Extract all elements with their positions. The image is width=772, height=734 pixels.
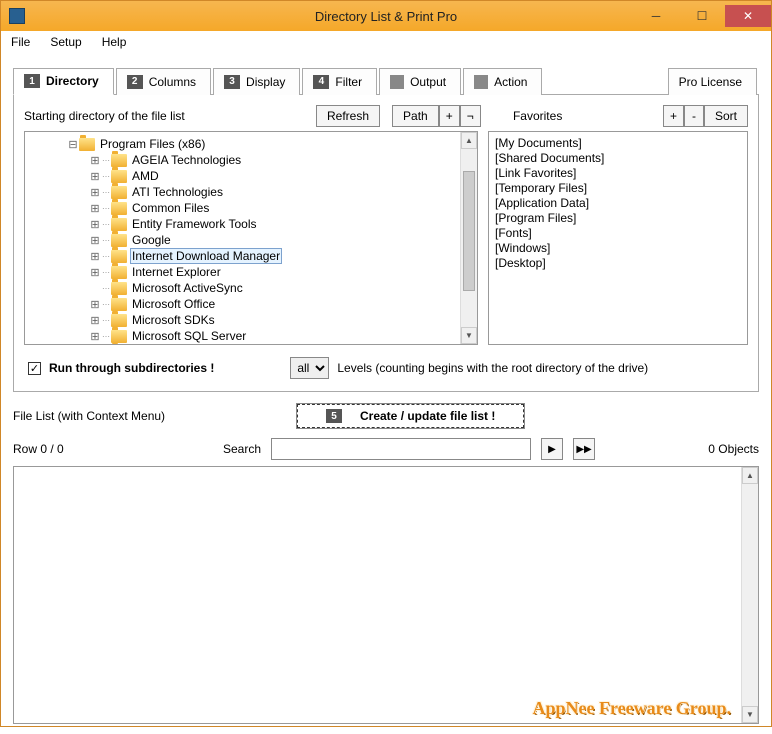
levels-select[interactable]: all [290, 357, 329, 379]
close-button[interactable]: ✕ [725, 5, 771, 27]
tree-node-label[interactable]: Microsoft SDKs [130, 313, 217, 327]
refresh-button[interactable]: Refresh [316, 105, 380, 127]
folder-icon [111, 314, 127, 327]
row-count-label: Row 0 / 0 [13, 442, 213, 456]
folder-icon [111, 202, 127, 215]
tree-node-label[interactable]: Microsoft SQL Server [130, 329, 248, 343]
scroll-up-icon[interactable]: ▲ [461, 132, 477, 149]
folder-icon [111, 266, 127, 279]
menu-file[interactable]: File [7, 33, 34, 51]
panel-directory: Starting directory of the file list Refr… [13, 95, 759, 392]
tree-node-label[interactable]: AGEIA Technologies [130, 153, 243, 167]
favorite-item[interactable]: [Program Files] [495, 211, 741, 226]
favorite-item[interactable]: [Application Data] [495, 196, 741, 211]
path-neg-button[interactable]: ¬ [460, 105, 481, 127]
expander-icon[interactable]: ⊞ [89, 154, 101, 167]
tree-node-label[interactable]: AMD [130, 169, 161, 183]
folder-icon [111, 282, 127, 295]
path-button[interactable]: Path [392, 105, 439, 127]
expander-icon[interactable]: ⊞ [89, 298, 101, 311]
directory-tree[interactable]: ⊟Program Files (x86)⊞⋯AGEIA Technologies… [24, 131, 478, 345]
expander-icon[interactable]: ⊟ [67, 138, 79, 151]
tree-node-label[interactable]: Internet Explorer [130, 265, 223, 279]
folder-icon [111, 234, 127, 247]
favorite-item[interactable]: [Temporary Files] [495, 181, 741, 196]
favorite-item[interactable]: [Desktop] [495, 256, 741, 271]
tree-node-label[interactable]: ATI Technologies [130, 185, 225, 199]
expander-icon[interactable]: ⊞ [89, 234, 101, 247]
tree-node-label[interactable]: Entity Framework Tools [130, 217, 258, 231]
scroll-down-icon[interactable]: ▼ [742, 706, 758, 723]
folder-icon [111, 330, 127, 343]
tree-node-label[interactable]: Microsoft Office [130, 297, 217, 311]
folder-icon [111, 154, 127, 167]
result-scrollbar[interactable]: ▲ ▼ [741, 467, 758, 723]
titlebar: Directory List & Print Pro ─ ☐ ✕ [1, 1, 771, 31]
folder-icon [111, 186, 127, 199]
tab-filter[interactable]: 4Filter [302, 68, 377, 95]
tree-node-label[interactable]: Internet Download Manager [130, 248, 282, 264]
tree-node-label[interactable]: Common Files [130, 201, 211, 215]
search-label: Search [223, 442, 261, 456]
favorite-item[interactable]: [Link Favorites] [495, 166, 741, 181]
expander-icon[interactable]: ⊞ [89, 218, 101, 231]
scroll-down-icon[interactable]: ▼ [461, 327, 477, 344]
run-subdir-label: Run through subdirectories ! [49, 361, 214, 375]
favorite-item[interactable]: [Fonts] [495, 226, 741, 241]
favorites-label: Favorites [513, 109, 663, 123]
folder-icon [111, 218, 127, 231]
app-icon [9, 8, 25, 24]
folder-icon [111, 298, 127, 311]
favorite-item[interactable]: [My Documents] [495, 136, 741, 151]
tab-action[interactable]: Action [463, 68, 542, 95]
result-list[interactable]: AppNee Freeware Group. ▲ ▼ [13, 466, 759, 724]
expander-icon[interactable]: ⊞ [89, 266, 101, 279]
folder-icon [111, 170, 127, 183]
maximize-button[interactable]: ☐ [679, 5, 725, 27]
expander-icon[interactable]: ⊞ [89, 330, 101, 343]
create-filelist-button[interactable]: 5 Create / update file list ! [297, 404, 524, 428]
expander-icon[interactable]: ⊞ [89, 202, 101, 215]
minimize-button[interactable]: ─ [633, 5, 679, 27]
folder-icon [111, 250, 127, 263]
expander-icon[interactable]: ⊞ [89, 186, 101, 199]
tree-scrollbar[interactable]: ▲ ▼ [460, 132, 477, 344]
folder-icon [79, 138, 95, 151]
tree-node-label[interactable]: Program Files (x86) [98, 137, 207, 151]
objects-count-label: 0 Objects [708, 442, 759, 456]
expander-icon[interactable]: ⊞ [89, 250, 101, 263]
scroll-up-icon[interactable]: ▲ [742, 467, 758, 484]
tab-output[interactable]: Output [379, 68, 461, 95]
tab-directory[interactable]: 1Directory [13, 68, 114, 95]
tab-display[interactable]: 3Display [213, 68, 300, 95]
tab-columns[interactable]: 2Columns [116, 68, 211, 95]
favorites-list[interactable]: [My Documents][Shared Documents][Link Fa… [488, 131, 748, 345]
path-plus-button[interactable]: + [439, 105, 460, 127]
start-dir-label: Starting directory of the file list [24, 109, 316, 123]
gear-icon [474, 75, 488, 89]
menubar: File Setup Help [1, 31, 771, 53]
tabs: 1Directory 2Columns 3Display 4Filter Out… [13, 67, 759, 95]
search-input[interactable] [271, 438, 531, 460]
search-last-button[interactable]: ▶▶ [573, 438, 595, 460]
expander-icon[interactable]: ⊞ [89, 314, 101, 327]
tree-node-label[interactable]: Google [130, 233, 173, 247]
run-subdir-checkbox[interactable]: ✓ [28, 362, 41, 375]
filelist-label: File List (with Context Menu) [13, 409, 283, 423]
menu-setup[interactable]: Setup [46, 33, 85, 51]
fav-sort-button[interactable]: Sort [704, 105, 748, 127]
levels-label: Levels (counting begins with the root di… [337, 361, 648, 375]
document-icon [390, 75, 404, 89]
expander-icon[interactable]: ⊞ [89, 170, 101, 183]
watermark: AppNee Freeware Group. [533, 698, 731, 719]
fav-minus-button[interactable]: - [684, 105, 704, 127]
search-next-button[interactable]: ▶ [541, 438, 563, 460]
tree-node-label[interactable]: Microsoft ActiveSync [130, 281, 245, 295]
menu-help[interactable]: Help [98, 33, 131, 51]
tab-pro-license[interactable]: Pro License [668, 68, 757, 95]
favorite-item[interactable]: [Windows] [495, 241, 741, 256]
fav-plus-button[interactable]: + [663, 105, 684, 127]
favorite-item[interactable]: [Shared Documents] [495, 151, 741, 166]
